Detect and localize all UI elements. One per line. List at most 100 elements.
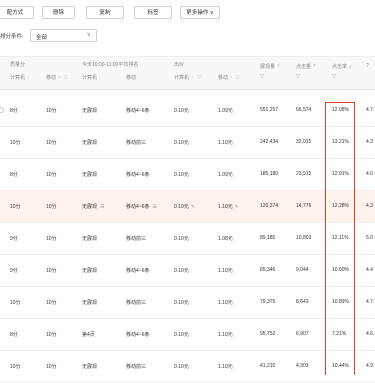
clicks-cell: 9,044: [296, 267, 309, 273]
delivery-method-button[interactable]: 配方式: [0, 6, 34, 19]
bid-mobile-cell[interactable]: 1.09元: [218, 171, 233, 178]
bid-mobile-cell[interactable]: 1.10元: [218, 267, 233, 274]
header-bid-mobile: 移动 ↑ ▽: [218, 75, 240, 81]
menu-icon[interactable]: ☰: [152, 204, 156, 210]
extra-cell: 4.6: [366, 331, 373, 337]
quality-mobile-cell: 10分: [46, 236, 57, 242]
table-row[interactable]: 8分 10分 无展现 移动4~6条 0.10元 1.09元 551,257 66…: [0, 95, 375, 127]
ctr-cell: 12.11%: [332, 235, 349, 241]
quality-mobile-cell: 10分: [46, 140, 57, 146]
bid-pc-cell[interactable]: 0.10元 ✎: [174, 203, 195, 210]
bid-mobile-cell[interactable]: 1.08元: [218, 235, 233, 242]
rank-pc-cell: 无展现: [82, 140, 98, 146]
rank-mobile-cell: 移动前三: [126, 236, 147, 242]
filter-icon[interactable]: ▽: [236, 75, 240, 81]
quality-pc-cell: 10分: [10, 300, 21, 306]
table-row[interactable]: 10分 10分 无展现 移动前三 0.10元 1.10元 79,375 8,64…: [0, 287, 375, 319]
header-rank: 今天10:00-11:00平均排名: [82, 62, 139, 68]
filter-icon[interactable]: ▽: [332, 74, 336, 80]
table-row-highlighted[interactable]: 10分 10分 无展现 ☰ 移动4~6条 ☰ 0.10元 ✎ 1.10元 ✎ 120,3…: [0, 191, 375, 223]
extra-cell: 4.0: [366, 171, 373, 177]
bid-mobile-cell[interactable]: 1.10元 ✎: [218, 203, 239, 210]
toolbar: 配方式 删除 复制 标签 更多操作 ∨: [0, 6, 375, 20]
sort-icon[interactable]: ↑: [27, 75, 30, 81]
quality-pc-cell: 8分: [10, 172, 18, 178]
radio-icon[interactable]: [0, 107, 4, 113]
info-icon[interactable]: ?: [277, 64, 280, 70]
chevron-down-icon: ∨: [86, 32, 91, 38]
table-row[interactable]: 10分 10分 无展现 移动前三 0.10元 1.10元 242,434 32,…: [0, 127, 375, 159]
sort-icon[interactable]: ↑: [230, 75, 233, 81]
more-actions-label: 更多操作: [186, 10, 209, 16]
clicks-cell: 8,643: [296, 299, 309, 305]
delete-button[interactable]: 删除: [42, 6, 75, 19]
filter-select[interactable]: 全部 ∨: [30, 29, 97, 42]
clicks-cell: 6,907: [296, 331, 309, 337]
header-bid: 出价: [174, 62, 185, 68]
extra-cell: 4.7: [366, 107, 373, 113]
impressions-cell: 551,257: [260, 107, 279, 113]
bid-mobile-cell[interactable]: 1.10元: [218, 331, 233, 338]
header-quality-pc: 计算机 ↑: [10, 75, 30, 81]
edit-icon[interactable]: ✎: [235, 204, 239, 210]
quality-mobile-cell: 10分: [46, 108, 57, 114]
rank-pc-cell: 第4页: [82, 332, 95, 338]
filter-icon[interactable]: ▽: [260, 74, 264, 80]
bid-pc-cell[interactable]: 0.10元: [174, 235, 189, 242]
bid-pc-cell[interactable]: 0.10元: [174, 331, 189, 338]
ctr-cell: 10.44%: [332, 363, 349, 369]
header-extra-info-icon[interactable]: ?: [366, 63, 369, 69]
sort-icon[interactable]: ↑: [191, 75, 194, 81]
rank-mobile-cell: 移动前三: [126, 140, 147, 146]
impressions-cell: 185,180: [260, 171, 279, 177]
header-quality: 质量分: [10, 62, 26, 68]
bid-pc-cell[interactable]: 0.10元: [174, 267, 189, 274]
bid-mobile-cell[interactable]: 1.10元: [218, 299, 233, 306]
info-icon[interactable]: ?: [313, 64, 316, 70]
menu-icon[interactable]: ☰: [100, 204, 104, 210]
rank-mobile-cell: 移动4~6条: [126, 268, 150, 274]
clicks-cell: 14,776: [296, 203, 312, 209]
clicks-cell: 23,915: [296, 171, 312, 177]
impressions-cell: 95,752: [260, 331, 276, 337]
filter-select-value: 全部: [36, 35, 48, 41]
ctr-cell: 12.08%: [332, 107, 349, 113]
bid-pc-cell[interactable]: 0.10元: [174, 139, 189, 146]
bid-pc-cell[interactable]: 0.10元: [174, 299, 189, 306]
quality-mobile-cell: 10分: [46, 172, 57, 178]
ctr-cell: 12.91%: [332, 171, 349, 177]
table-row[interactable]: 10分 10分 无展现 移动前三 0.10元 1.10元 41,210 4,30…: [0, 351, 375, 383]
bid-pc-cell[interactable]: 0.10元: [174, 107, 189, 114]
more-actions-button[interactable]: 更多操作 ∨: [180, 6, 220, 19]
rank-pc-cell: 无展现: [82, 300, 98, 306]
bid-pc-cell[interactable]: 0.10元: [174, 171, 189, 178]
table-row[interactable]: 8分 10分 无展现 移动4~6条 0.10元 1.09元 185,180 23…: [0, 159, 375, 191]
impressions-cell: 89,185: [260, 235, 276, 241]
table-row[interactable]: 9分 10分 无展现 移动前三 0.10元 1.08元 89,185 10,80…: [0, 223, 375, 255]
bid-mobile-cell[interactable]: 1.10元: [218, 139, 233, 146]
rank-pc-cell: 无展现 ☰: [82, 204, 105, 210]
ctr-cell: 12.28%: [332, 203, 349, 209]
filter-icon[interactable]: ▽: [64, 75, 68, 81]
sort-icon[interactable]: ↑: [58, 75, 61, 81]
header-ctr: 点击率 ↓: [332, 64, 352, 70]
filter-icon[interactable]: ▽: [197, 75, 201, 81]
clicks-cell: 32,015: [296, 139, 312, 145]
ctr-cell: 7.21%: [332, 331, 347, 337]
header-clicks: 点击量?: [296, 64, 316, 70]
bid-pc-cell[interactable]: 0.10元: [174, 363, 189, 370]
table-row[interactable]: 9分 10分 无展现 移动4~6条 0.10元 1.10元 85,346 9,0…: [0, 255, 375, 287]
copy-button[interactable]: 复制: [86, 6, 124, 19]
header-quality-mobile: 移动 ↑ ▽: [46, 75, 68, 81]
table-row[interactable]: 8分 10分 第4页 移动4~6条 0.10元 1.10元 95,752 6,9…: [0, 319, 375, 351]
quality-mobile-cell: 10分: [46, 332, 57, 338]
clicks-cell: 10,803: [296, 235, 312, 241]
sort-active-icon[interactable]: ↓: [349, 64, 352, 70]
bid-mobile-cell[interactable]: 1.09元: [218, 107, 233, 114]
filter-icon[interactable]: ▽: [296, 74, 300, 80]
tag-button[interactable]: 标签: [134, 6, 172, 19]
rank-mobile-cell: 移动前三: [126, 364, 147, 370]
bid-mobile-cell[interactable]: 1.10元: [218, 363, 233, 370]
edit-icon[interactable]: ✎: [191, 204, 195, 210]
ctr-cell: 10.60%: [332, 267, 349, 273]
